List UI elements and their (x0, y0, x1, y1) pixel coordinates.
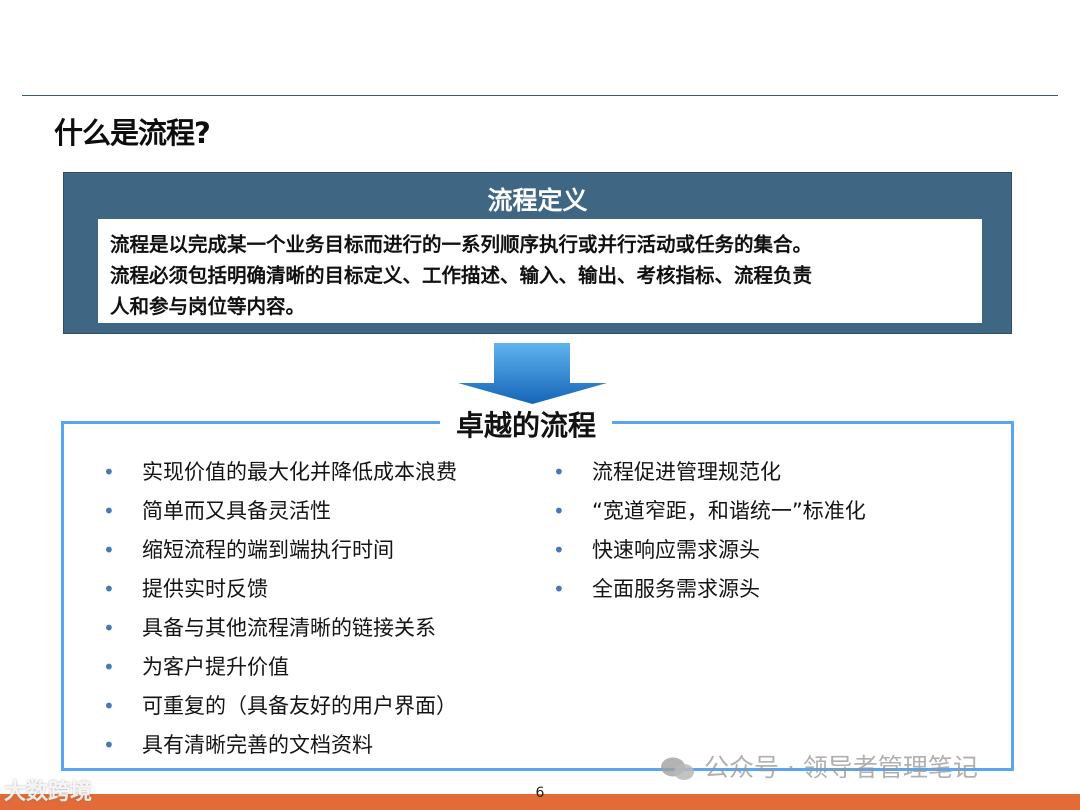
down-arrow-icon (458, 343, 607, 404)
list-item: • “宽道窄距，和谐统一”标准化 (550, 494, 866, 533)
list-item-text: 提供实时反馈 (142, 577, 268, 601)
page-title: 什么是流程? (54, 116, 211, 150)
watermark-right-text: 公众号 · 领导者管理笔记 (704, 753, 978, 782)
bullet-dot: • (103, 460, 115, 484)
definition-panel: 流程定义 流程是以完成某一个业务目标而进行的一系列顺序执行或并行活动或任务的集合… (63, 172, 1012, 334)
bullet-dot: • (103, 616, 115, 640)
bullet-dot: • (103, 694, 115, 718)
bullet-dot: • (553, 460, 565, 484)
list-item-text: 全面服务需求源头 (592, 577, 760, 601)
list-item-text: 快速响应需求源头 (592, 538, 760, 562)
top-divider (22, 95, 1058, 96)
definition-line: 流程是以完成某一个业务目标而进行的一系列顺序执行或并行活动或任务的集合。 (110, 233, 813, 256)
list-item-text: 简单而又具备灵活性 (142, 499, 331, 523)
list-item-text: 为客户提升价值 (142, 655, 289, 679)
definition-line: 流程必须包括明确清晰的目标定义、工作描述、输入、输出、考核指标、流程负责 (110, 264, 813, 287)
bullet-dot: • (103, 733, 115, 757)
list-item-text: 可重复的（具备友好的用户界面） (142, 694, 457, 718)
page-number: 6 (535, 785, 545, 801)
excellent-process-heading: 卓越的流程 (440, 405, 612, 447)
list-item: • 流程促进管理规范化 (550, 455, 866, 494)
bullet-dot: • (103, 577, 115, 601)
list-item: • 全面服务需求源头 (550, 572, 866, 611)
watermark-right: 公众号 · 领导者管理笔记 (660, 748, 978, 784)
bullet-dot: • (103, 538, 115, 562)
watermark-left: 大数跨境 (4, 780, 93, 805)
right-bullet-list: • 流程促进管理规范化 • “宽道窄距，和谐统一”标准化 • 快速响应需求源头 • 全面… (550, 455, 866, 611)
list-item-text: 缩短流程的端到端执行时间 (142, 538, 394, 562)
wechat-icon (661, 757, 694, 780)
bullet-dot: • (103, 499, 115, 523)
list-item: • 提供实时反馈 (100, 572, 457, 611)
list-item: • 缩短流程的端到端执行时间 (100, 533, 457, 572)
bullet-dot: • (553, 577, 565, 601)
list-item-text: 实现价值的最大化并降低成本浪费 (142, 460, 457, 484)
list-item: • 为客户提升价值 (100, 650, 457, 689)
definition-body: 流程是以完成某一个业务目标而进行的一系列顺序执行或并行活动或任务的集合。 流程必… (98, 219, 982, 323)
list-item-text: 具备与其他流程清晰的链接关系 (142, 616, 436, 640)
list-item-text: 流程促进管理规范化 (592, 460, 781, 484)
list-item: • 简单而又具备灵活性 (100, 494, 457, 533)
definition-heading: 流程定义 (487, 186, 588, 215)
list-item: • 具备与其他流程清晰的链接关系 (100, 611, 457, 650)
list-item: • 具有清晰完善的文档资料 (100, 728, 457, 767)
definition-line: 人和参与岗位等内容。 (110, 295, 306, 318)
list-item: • 可重复的（具备友好的用户界面） (100, 689, 457, 728)
bullet-dot: • (553, 499, 565, 523)
bullet-dot: • (103, 655, 115, 679)
bullet-dot: • (553, 538, 565, 562)
list-item-text: “宽道窄距，和谐统一”标准化 (592, 499, 866, 523)
list-item-text: 具有清晰完善的文档资料 (142, 733, 373, 757)
left-bullet-list: • 实现价值的最大化并降低成本浪费 • 简单而又具备灵活性 • 缩短流程的端到端执行时… (100, 455, 457, 767)
list-item: • 快速响应需求源头 (550, 533, 866, 572)
list-item: • 实现价值的最大化并降低成本浪费 (100, 455, 457, 494)
